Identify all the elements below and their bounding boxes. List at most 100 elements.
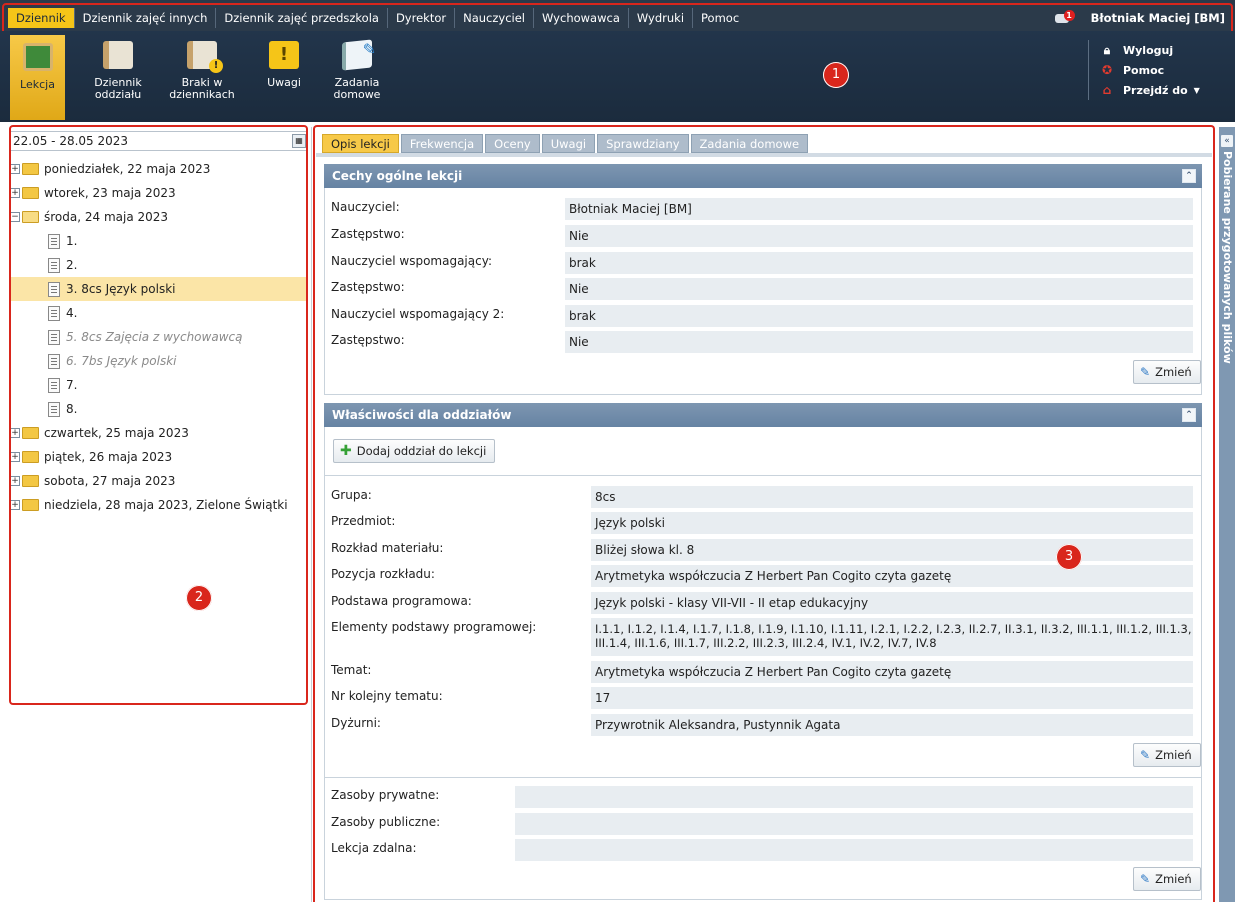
tab-zadania-domowe[interactable]: Zadania domowe bbox=[690, 134, 809, 153]
field-value: Arytmetyka współczucia Z Herbert Pan Cog… bbox=[591, 565, 1193, 587]
add-branch-button[interactable]: ✚ Dodaj oddział do lekcji bbox=[333, 439, 496, 463]
tree-day-friday[interactable]: + piątek, 26 maja 2023 bbox=[10, 445, 308, 469]
folder-icon bbox=[22, 427, 39, 439]
field-label: Temat: bbox=[331, 663, 372, 677]
menu-item-wychowawca[interactable]: Wychowawca bbox=[534, 8, 629, 28]
callout-1: 1 bbox=[823, 62, 849, 88]
tree-lesson-2[interactable]: 2. bbox=[10, 253, 308, 277]
expand-icon[interactable]: + bbox=[10, 500, 20, 510]
goto-link[interactable]: ⌂ Przejdź do ▼ bbox=[1099, 80, 1200, 100]
tree-label: 8. bbox=[66, 402, 78, 416]
tab-frekwencja[interactable]: Frekwencja bbox=[400, 134, 484, 153]
field-label: Podstawa programowa: bbox=[331, 594, 472, 608]
field-value: Nie bbox=[565, 331, 1193, 353]
collapse-icon[interactable]: − bbox=[10, 212, 20, 222]
expand-icon[interactable]: + bbox=[10, 164, 20, 174]
tree-label: sobota, 27 maja 2023 bbox=[44, 474, 176, 488]
tree-label: niedziela, 28 maja 2023, Zielone Świątki bbox=[44, 498, 288, 512]
tool-braki-w-dziennikach[interactable]: Braki w dziennikach bbox=[166, 41, 238, 101]
expand-panel-icon[interactable]: « bbox=[1221, 135, 1233, 147]
tree-day-monday[interactable]: + poniedziałek, 22 maja 2023 bbox=[10, 157, 308, 181]
book-icon bbox=[103, 41, 133, 69]
date-range-field[interactable]: 22.05 - 28.05 2023 ▦ bbox=[10, 131, 307, 151]
button-label: Dodaj oddział do lekcji bbox=[356, 444, 487, 458]
page-icon bbox=[48, 377, 60, 393]
change-general-button[interactable]: ✎ Zmień bbox=[1133, 360, 1201, 384]
tool-label: Braki w dziennikach bbox=[169, 76, 235, 101]
tool-lekcja[interactable]: Lekcja bbox=[10, 35, 65, 120]
user-name[interactable]: Błotniak Maciej [BM] bbox=[1091, 11, 1225, 25]
field-label: Zastępstwo: bbox=[331, 280, 405, 294]
field-label: Zasoby publiczne: bbox=[331, 815, 441, 829]
page-icon bbox=[48, 257, 60, 273]
tree-day-saturday[interactable]: + sobota, 27 maja 2023 bbox=[10, 469, 308, 493]
change-branches-button[interactable]: ✎ Zmień bbox=[1133, 743, 1201, 767]
menu-item-dziennik[interactable]: Dziennik bbox=[8, 8, 75, 28]
tab-oceny[interactable]: Oceny bbox=[485, 134, 540, 153]
expand-icon[interactable]: + bbox=[10, 476, 20, 486]
button-label: Zmień bbox=[1155, 748, 1192, 762]
tree-lesson-8[interactable]: 8. bbox=[10, 397, 308, 421]
field-label: Nauczyciel wspomagający: bbox=[331, 254, 492, 268]
tree-label: wtorek, 23 maja 2023 bbox=[44, 186, 176, 200]
menu-item-dziennik-zajec-przedszkola[interactable]: Dziennik zajęć przedszkola bbox=[216, 8, 388, 28]
right-panel-label: Pobierane przygotowanych plików bbox=[1221, 151, 1234, 364]
section-body-branches: ✚ Dodaj oddział do lekcji Grupa: 8cs Przed… bbox=[324, 427, 1202, 777]
section-body-general: Nauczyciel: Błotniak Maciej [BM] Zastępst… bbox=[324, 188, 1202, 394]
collapse-icon[interactable]: ⌃ bbox=[1182, 408, 1196, 422]
page-icon bbox=[48, 281, 60, 297]
tree-lesson-6[interactable]: 6. 7bs Język polski bbox=[10, 349, 308, 373]
field-label: Pozycja rozkładu: bbox=[331, 567, 435, 581]
field-value bbox=[515, 839, 1193, 861]
tool-dziennik-oddzialu[interactable]: Dziennik oddziału bbox=[82, 41, 154, 101]
main-menu: Dziennik Dziennik zajęć innych Dziennik … bbox=[8, 8, 1235, 28]
tool-zadania-domowe[interactable]: Zadania domowe bbox=[327, 39, 387, 101]
menu-item-wydruki[interactable]: Wydruki bbox=[629, 8, 694, 28]
menu-item-dyrektor[interactable]: Dyrektor bbox=[388, 8, 456, 28]
change-resources-button[interactable]: ✎ Zmień bbox=[1133, 867, 1201, 891]
toolbar-links: 🔒︎ Wyloguj ✪ Pomoc ⌂ Przejdź do ▼ bbox=[1088, 40, 1200, 100]
menu-item-pomoc[interactable]: Pomoc bbox=[693, 8, 747, 28]
calendar-icon[interactable]: ▦ bbox=[292, 134, 306, 148]
messages-icon[interactable]: 1 bbox=[1054, 10, 1075, 25]
blackboard-icon bbox=[22, 43, 53, 71]
expand-icon[interactable]: + bbox=[10, 188, 20, 198]
tab-sprawdziany[interactable]: Sprawdziany bbox=[597, 134, 689, 153]
tab-underline bbox=[316, 153, 1212, 157]
tree-day-thursday[interactable]: + czwartek, 25 maja 2023 bbox=[10, 421, 308, 445]
tree-day-tuesday[interactable]: + wtorek, 23 maja 2023 bbox=[10, 181, 308, 205]
help-link[interactable]: ✪ Pomoc bbox=[1099, 60, 1200, 80]
tab-uwagi[interactable]: Uwagi bbox=[541, 134, 596, 153]
field-label: Rozkład materiału: bbox=[331, 541, 444, 555]
callout-2: 2 bbox=[186, 585, 212, 611]
collapsed-right-panel[interactable]: « Pobierane przygotowanych plików bbox=[1219, 127, 1235, 902]
collapse-icon[interactable]: ⌃ bbox=[1182, 169, 1196, 183]
lesson-details-panel: Opis lekcji Frekwencja Oceny Uwagi Spraw… bbox=[316, 127, 1212, 902]
tree-lesson-5[interactable]: 5. 8cs Zajęcia z wychowawcą bbox=[10, 325, 308, 349]
tree-day-wednesday[interactable]: − środa, 24 maja 2023 bbox=[10, 205, 308, 229]
date-range-value: 22.05 - 28.05 2023 bbox=[13, 134, 129, 148]
menu-item-nauczyciel[interactable]: Nauczyciel bbox=[455, 8, 535, 28]
tool-uwagi[interactable]: ! Uwagi bbox=[248, 41, 320, 89]
expand-icon[interactable]: + bbox=[10, 428, 20, 438]
lock-icon: 🔒︎ bbox=[1103, 42, 1111, 57]
callout-3: 3 bbox=[1056, 544, 1082, 570]
tree-lesson-7[interactable]: 7. bbox=[10, 373, 308, 397]
logout-link[interactable]: 🔒︎ Wyloguj bbox=[1099, 40, 1200, 60]
tree-label: 2. bbox=[66, 258, 78, 272]
expand-icon[interactable]: + bbox=[10, 452, 20, 462]
button-label: Zmień bbox=[1155, 872, 1192, 886]
tree-lesson-1[interactable]: 1. bbox=[10, 229, 308, 253]
top-menu-bar: Dziennik Dziennik zajęć innych Dziennik … bbox=[0, 0, 1235, 31]
menu-item-dziennik-zajec-innych[interactable]: Dziennik zajęć innych bbox=[75, 8, 217, 28]
tab-opis-lekcji[interactable]: Opis lekcji bbox=[322, 134, 399, 153]
page-icon bbox=[48, 353, 60, 369]
lesson-tree: + poniedziałek, 22 maja 2023 + wtorek, 23 … bbox=[10, 157, 308, 517]
tree-day-sunday[interactable]: + niedziela, 28 maja 2023, Zielone Świątk… bbox=[10, 493, 308, 517]
tree-lesson-3-selected[interactable]: 3. 8cs Język polski bbox=[10, 277, 308, 301]
section-body-resources: Zasoby prywatne: Zasoby publiczne: Lekcj… bbox=[324, 778, 1202, 900]
page-icon bbox=[48, 401, 60, 417]
section-header-general: Cechy ogólne lekcji ⌃ bbox=[324, 164, 1202, 188]
tree-lesson-4[interactable]: 4. bbox=[10, 301, 308, 325]
page-icon bbox=[48, 305, 60, 321]
